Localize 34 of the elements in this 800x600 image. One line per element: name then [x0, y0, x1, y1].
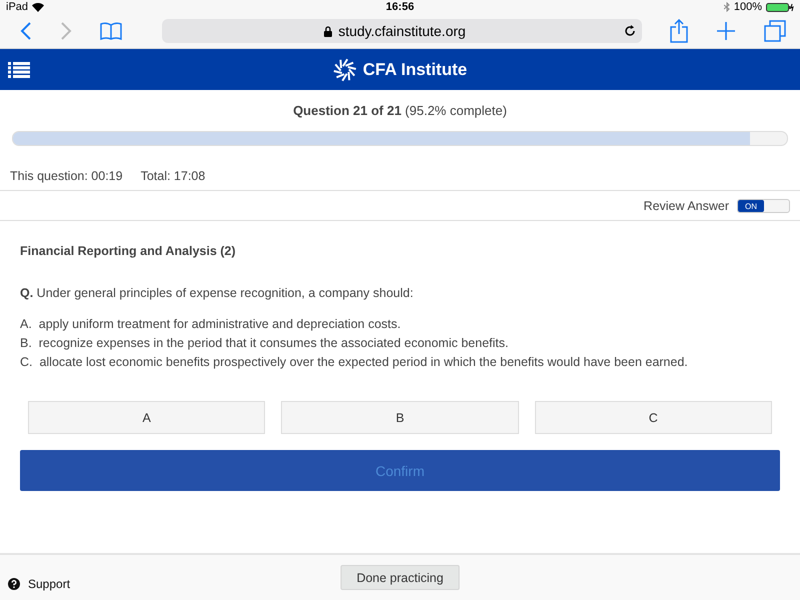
- question-timer: This question: 00:19: [10, 169, 123, 183]
- answer-button[interactable]: A: [28, 401, 266, 434]
- help-icon[interactable]: [8, 578, 20, 590]
- logo-icon: [332, 58, 357, 82]
- support-link[interactable]: Support: [28, 576, 70, 590]
- clock: 16:56: [386, 1, 414, 13]
- reload-icon[interactable]: [624, 25, 636, 37]
- answer-button[interactable]: B: [281, 401, 519, 434]
- done-button[interactable]: Done practicing: [340, 565, 460, 590]
- book-icon[interactable]: [100, 22, 122, 40]
- review-toggle[interactable]: ON: [737, 199, 790, 213]
- add-icon[interactable]: [716, 21, 736, 41]
- wifi-icon: [32, 2, 44, 12]
- answer-option: A. apply uniform treatment for administrative and depreciation costs.: [20, 317, 780, 331]
- brand-name: CFA Institute: [362, 60, 468, 80]
- answer-option: B. recognize expenses in the period that it consumes the associated economic benefits.: [20, 336, 780, 350]
- total-timer: Total: 17:08: [140, 169, 206, 183]
- answer-button[interactable]: C: [534, 401, 772, 434]
- review-label: Review Answer: [644, 199, 729, 213]
- answer-option: C. allocate lost economic benefits prospectively over the expected period in which the benefits would have been earned.: [20, 355, 780, 369]
- battery-icon: [766, 2, 794, 12]
- battery-percent: 100%: [734, 1, 762, 13]
- url-text: study.cfainstitute.org: [338, 23, 466, 39]
- progress-title: Question 21 of 21 (95.2% complete): [293, 103, 507, 118]
- address-bar[interactable]: study.cfainstitute.org: [162, 19, 642, 43]
- bluetooth-icon: [724, 2, 730, 12]
- tabs-icon[interactable]: [764, 20, 786, 42]
- device-name: iPad: [6, 1, 28, 13]
- question-text: Q. Under general principles of expense recognition, a company should:: [20, 286, 414, 300]
- lock-icon: [324, 26, 332, 36]
- topic-title: Financial Reporting and Analysis (2): [20, 244, 237, 258]
- menu-icon[interactable]: [8, 62, 30, 78]
- back-icon[interactable]: [20, 22, 32, 40]
- share-icon[interactable]: [670, 19, 688, 43]
